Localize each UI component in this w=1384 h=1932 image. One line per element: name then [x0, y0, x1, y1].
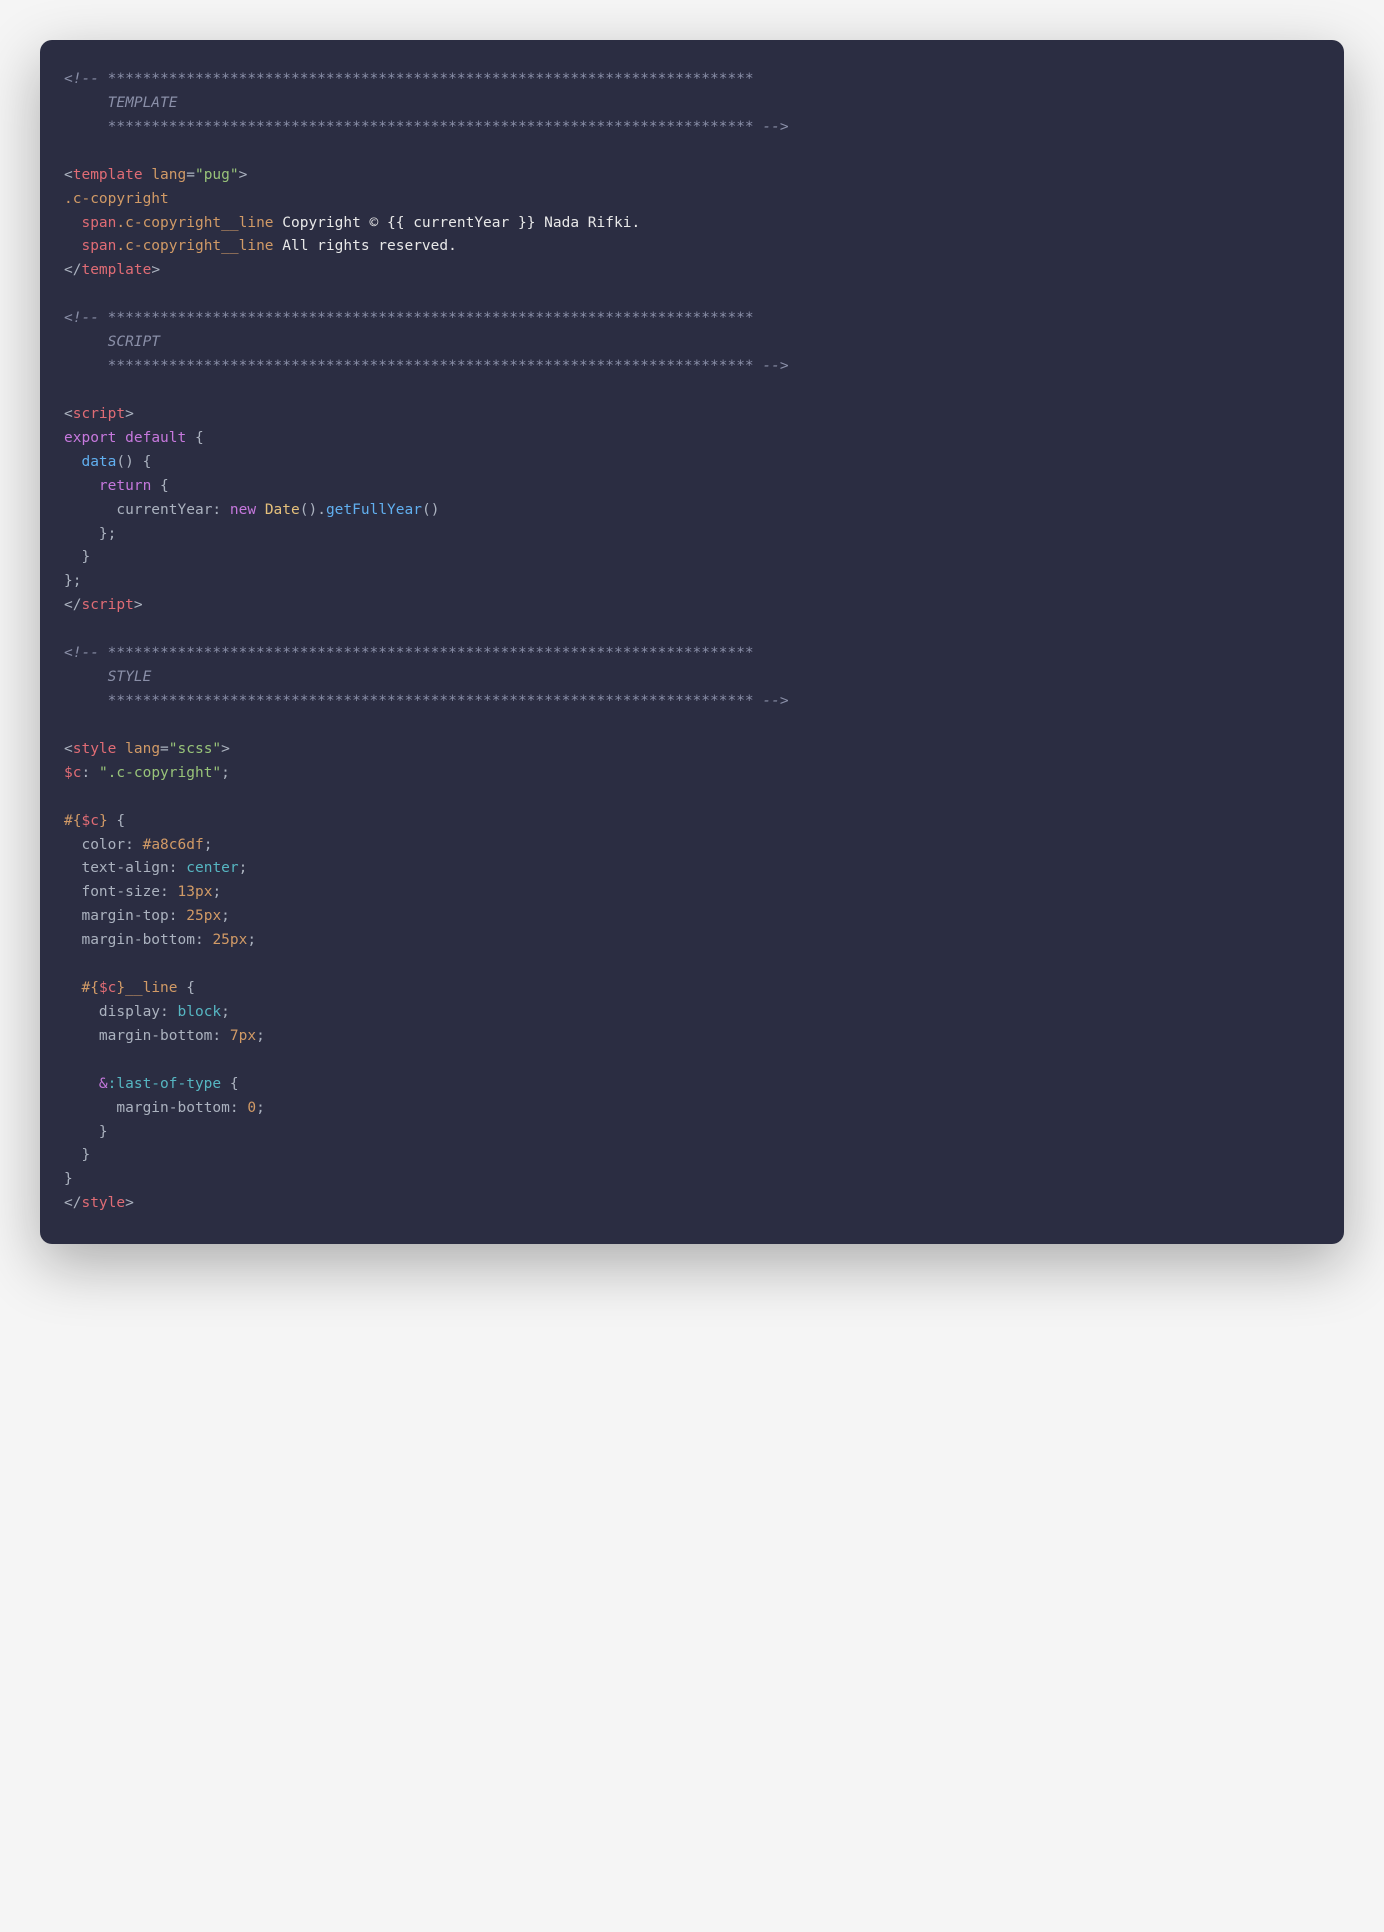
- code-block[interactable]: <!-- ***********************************…: [64, 68, 1320, 1216]
- code-window: <!-- ***********************************…: [40, 40, 1344, 1244]
- template-tag-close: template: [81, 262, 151, 278]
- template-tag-open: template: [73, 167, 143, 183]
- data-method: data: [81, 454, 116, 470]
- comment-template-header: <!-- ***********************************…: [64, 71, 789, 135]
- script-tag-close: script: [81, 597, 133, 613]
- root-selector: #{$c}: [64, 813, 108, 829]
- script-tag-open: script: [73, 406, 125, 422]
- last-of-type-pseudo: :last-of-type: [108, 1076, 222, 1092]
- copyright-line-2: All rights reserved.: [274, 238, 457, 254]
- line-selector: #{$c}__line: [81, 980, 177, 996]
- copyright-line-1: Copyright © {{ currentYear }} Nada Rifki…: [274, 215, 641, 231]
- comment-script-header: <!-- ***********************************…: [64, 310, 789, 374]
- current-year-prop: currentYear: [116, 502, 212, 518]
- style-tag-open: style: [73, 741, 117, 757]
- parent-selector: &: [99, 1076, 108, 1092]
- style-tag-close: style: [81, 1195, 125, 1211]
- comment-style-header: <!-- ***********************************…: [64, 645, 789, 709]
- scss-var: $c: [64, 765, 81, 781]
- pug-root-class: .c-copyright: [64, 191, 169, 207]
